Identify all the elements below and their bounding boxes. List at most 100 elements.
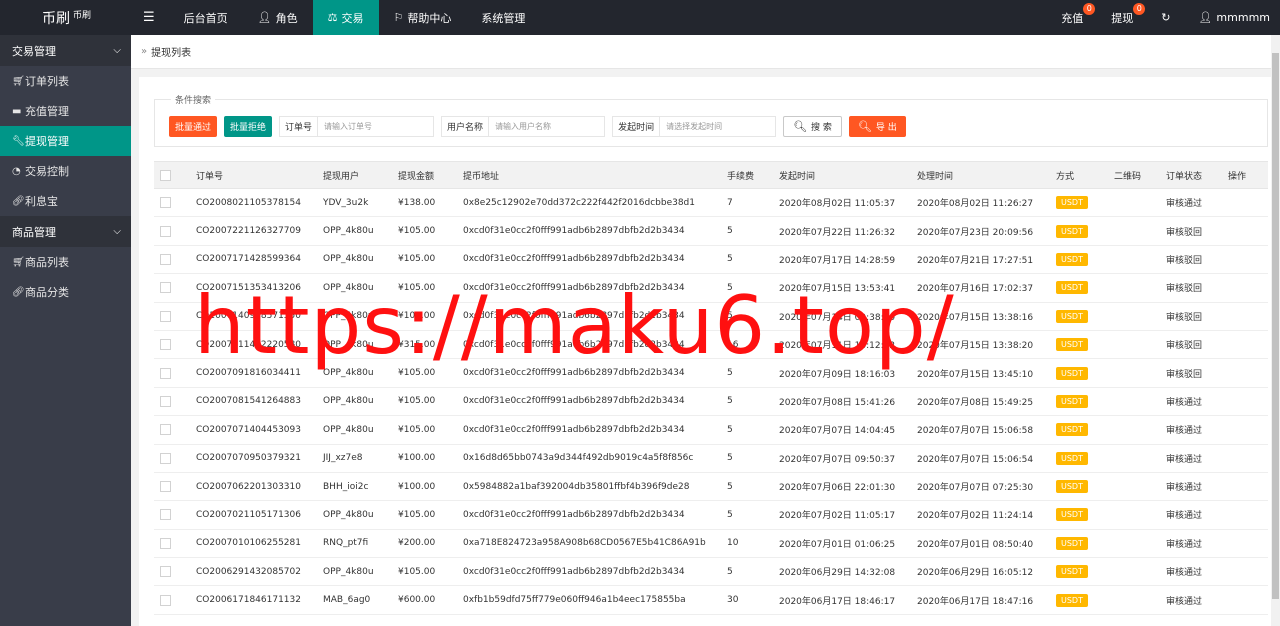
status-cell: 审核通过: [1160, 529, 1222, 559]
sidebar-item-withdraw[interactable]: 🔧︎ 提现管理: [0, 126, 131, 156]
search-row: 批量通过 批量拒绝 订单号 用户名称 发起时间 🔍︎搜 索 🔍︎导 出: [169, 116, 906, 137]
row-checkbox[interactable]: [160, 537, 171, 549]
sidebar-item-trade-control[interactable]: ◔ 交易控制: [0, 156, 131, 186]
username-input[interactable]: [489, 117, 605, 136]
row-checkbox[interactable]: [160, 310, 171, 322]
batch-approve-button[interactable]: 批量通过: [169, 116, 218, 137]
method-badge: USDT: [1056, 565, 1088, 579]
table-row: CO2007062201303310 BHH_ioi2c ¥100.00 0x5984…: [154, 472, 1268, 502]
user-cell: RNQ_pt7fi: [317, 529, 392, 559]
fee-cell: 5: [721, 472, 773, 502]
nav-home[interactable]: 后台首页: [169, 0, 243, 35]
row-select-cell: [154, 245, 190, 275]
withdraw-table: 订单号 提现用户 提现金额 提币地址 手续费 发起时间 处理时间 方式 二维码 …: [154, 161, 1268, 615]
order-number-cell: CO2007140938571550: [190, 302, 317, 331]
link-icon: 🔗︎: [12, 195, 25, 207]
process-time-cell: 2020年07月07日 15:06:58: [911, 415, 1050, 445]
fee-cell: 5: [721, 387, 773, 417]
scrollbar-thumb[interactable]: [1272, 53, 1279, 599]
status-cell: 审核通过: [1160, 557, 1222, 587]
status-cell: 审核驳回: [1160, 302, 1222, 331]
row-checkbox[interactable]: [160, 424, 171, 436]
recharge-link[interactable]: 充值 0: [1047, 0, 1097, 35]
main-nav: ☰ 后台首页 👤︎ 角色 ⚖ 交易 ⚐ 帮助中心 系统管理: [131, 0, 540, 35]
user-menu[interactable]: 👤︎ mmmmm: [1184, 0, 1280, 35]
process-time-cell: 2020年07月21日 17:27:51: [911, 245, 1050, 275]
sidebar-item-goods-category[interactable]: 🔗︎ 商品分类: [0, 277, 131, 307]
vertical-scrollbar[interactable]: [1271, 35, 1280, 626]
row-checkbox[interactable]: [160, 253, 171, 265]
withdraw-label: 提现: [1111, 11, 1134, 25]
sidebar-item-recharge[interactable]: ▬ 充值管理: [0, 96, 131, 126]
order-number-cell: CO2006291432085702: [190, 557, 317, 587]
start-time-input[interactable]: [660, 117, 776, 136]
sidebar-item-label: 利息宝: [25, 195, 58, 208]
sidebar-item-goods-list[interactable]: 🛒︎ 商品列表: [0, 247, 131, 277]
column-header: 处理时间: [911, 161, 1050, 189]
process-time-cell: 2020年08月02日 11:26:27: [911, 188, 1050, 218]
row-checkbox[interactable]: [160, 339, 171, 351]
table-header-row: 订单号 提现用户 提现金额 提币地址 手续费 发起时间 处理时间 方式 二维码 …: [154, 161, 1268, 189]
wrench-icon: 🔧︎: [12, 135, 25, 147]
user-cell: OPP_4k80u: [317, 500, 392, 530]
nav-role[interactable]: 👤︎ 角色: [243, 0, 313, 35]
qrcode-cell: [1108, 358, 1160, 388]
start-time-cell: 2020年07月11日 14:12:22: [773, 330, 911, 360]
menu-toggle-icon[interactable]: ☰: [131, 0, 169, 35]
search-button[interactable]: 🔍︎ 搜 索: [783, 116, 842, 137]
row-checkbox[interactable]: [160, 282, 171, 294]
export-button[interactable]: 🔍︎ 导 出: [848, 116, 906, 137]
fee-cell: 30: [721, 585, 773, 615]
nav-trade[interactable]: ⚖ 交易: [312, 0, 379, 35]
logo[interactable]: 币刷 币刷: [0, 0, 131, 35]
start-time-cell: 2020年07月07日 14:04:45: [773, 415, 911, 445]
order-number-cell: CO2007010106255281: [190, 529, 317, 559]
row-checkbox[interactable]: [160, 594, 171, 606]
row-checkbox[interactable]: [160, 225, 171, 237]
order-number-input[interactable]: [318, 117, 434, 136]
row-checkbox[interactable]: [160, 566, 171, 578]
nav-system[interactable]: 系统管理: [466, 0, 540, 35]
order-number-cell: CO2007111412220580: [190, 330, 317, 360]
method-cell: USDT: [1050, 188, 1108, 218]
select-all-checkbox[interactable]: [160, 169, 171, 181]
table-row: CO2008021105378154 YDV_3u2k ¥138.00 0x8e25c…: [154, 188, 1268, 218]
nav-help[interactable]: ⚐ 帮助中心: [379, 0, 467, 35]
amount-cell: ¥100.00: [392, 472, 457, 502]
order-number-cell: CO2007070950379321: [190, 444, 317, 473]
row-checkbox[interactable]: [160, 367, 171, 379]
sidebar: 交易管理 ⌵ 🛒︎ 订单列表 ▬ 充值管理 🔧︎ 提现管理 ◔ 交易控制 🔗︎ 利息宝 商品…: [0, 35, 131, 626]
amount-cell: ¥105.00: [392, 387, 457, 417]
refresh-icon[interactable]: ↻: [1147, 0, 1184, 35]
sidebar-group-goods[interactable]: 商品管理 ⌵: [0, 216, 131, 247]
row-checkbox[interactable]: [160, 395, 171, 407]
sidebar-group-trade[interactable]: 交易管理 ⌵: [0, 35, 131, 66]
row-checkbox[interactable]: [160, 452, 171, 464]
actions-cell: [1222, 557, 1268, 587]
qrcode-cell: [1108, 472, 1160, 502]
order-number-cell: CO2006171846171132: [190, 585, 317, 615]
order-number-cell: CO2007062201303310: [190, 472, 317, 502]
sidebar-item-orders[interactable]: 🛒︎ 订单列表: [0, 66, 131, 96]
batch-reject-button[interactable]: 批量拒绝: [224, 116, 273, 137]
row-checkbox[interactable]: [160, 197, 171, 209]
column-header: 订单号: [190, 161, 317, 189]
qrcode-cell: [1108, 273, 1160, 303]
address-cell: 0xcd0f31e0cc2f0fff991adb6b2897dbfb2d2b34…: [457, 216, 721, 246]
status-cell: 审核通过: [1160, 387, 1222, 417]
process-time-cell: 2020年07月08日 15:49:25: [911, 387, 1050, 417]
row-checkbox[interactable]: [160, 509, 171, 521]
user-cell: OPP_4k80u: [317, 216, 392, 246]
status-cell: 审核驳回: [1160, 245, 1222, 275]
address-cell: 0xcd0f31e0cc2f0fff991adb6b2897dbfb2d2b34…: [457, 557, 721, 587]
start-time-cell: 2020年07月14日 09:38:50: [773, 302, 911, 331]
column-header: 手续费: [721, 161, 773, 189]
sidebar-item-label: 提现管理: [25, 135, 69, 148]
user-cell: OPP_4k80u: [317, 358, 392, 388]
withdraw-link[interactable]: 提现 0: [1097, 0, 1147, 35]
sidebar-item-interest[interactable]: 🔗︎ 利息宝: [0, 186, 131, 216]
nav-trade-label: 交易: [341, 11, 364, 25]
amount-cell: ¥100.00: [392, 444, 457, 473]
row-select-cell: [154, 188, 190, 218]
row-checkbox[interactable]: [160, 481, 171, 493]
